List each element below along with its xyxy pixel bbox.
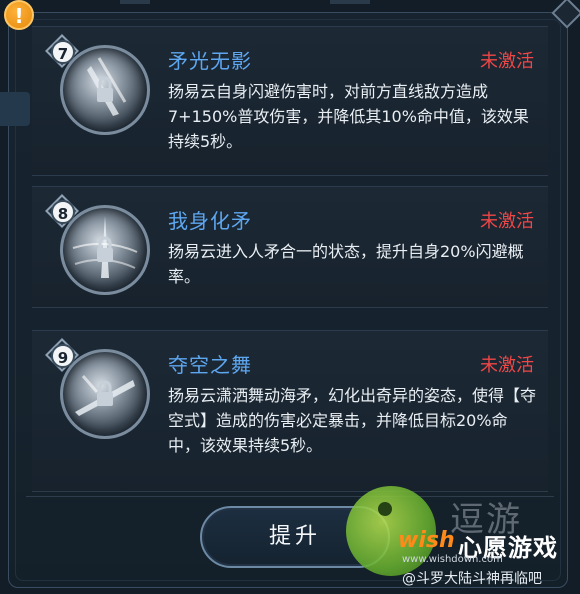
watermark-footer: @斗罗大陆斗神再临吧 (402, 571, 542, 587)
skill-status: 未激活 (480, 51, 534, 72)
panel-corner-ornament (551, 0, 580, 29)
side-tab[interactable] (0, 92, 30, 126)
top-notch-right (330, 0, 370, 4)
skill-card[interactable]: 7 矛光无影 未激活 扬易云自身闪避伤害时，对前方直线敌方造成7+150%普攻伤… (32, 26, 548, 176)
skill-description: 扬易云进入人矛合一的状态，提升自身20%闪避概率。 (168, 242, 524, 286)
skill-card[interactable]: 8 我身化矛 未激活 扬易云进入人矛合一的状态，提升自身20%闪避概率。 (32, 186, 548, 308)
skill-status: 未激活 (480, 211, 534, 232)
skill-icon-wrap: 9 (45, 338, 150, 439)
skill-number-badge: 9 (45, 338, 79, 372)
watermark-url: www.wishdown.com (402, 554, 503, 565)
skill-description: 扬易云潇洒舞动海矛，幻化出奇异的姿态，使得【夺空式】造成的伤害必定暴击，并降低目… (168, 386, 537, 455)
skill-status: 未激活 (480, 355, 534, 376)
skill-card[interactable]: 9 夺空之舞 未激活 扬易云潇洒舞动海矛，幻化出奇异的姿态，使得【夺空式】造成的… (32, 330, 548, 492)
skill-title: 夺空之舞 (168, 353, 252, 377)
skill-number-badge: 7 (45, 34, 79, 68)
skill-icon-wrap: 7 (45, 34, 150, 135)
watermark-wish: wish (398, 528, 455, 553)
top-notch-left (120, 0, 150, 4)
skill-title: 矛光无影 (168, 49, 252, 73)
skill-icon-wrap: 8 (45, 194, 150, 295)
skill-title: 我身化矛 (168, 209, 252, 233)
skill-description: 扬易云自身闪避伤害时，对前方直线敌方造成7+150%普攻伤害，并降低其10%命中… (168, 82, 529, 151)
skill-number-badge: 8 (45, 194, 79, 228)
info-icon[interactable]: ! (4, 0, 34, 30)
